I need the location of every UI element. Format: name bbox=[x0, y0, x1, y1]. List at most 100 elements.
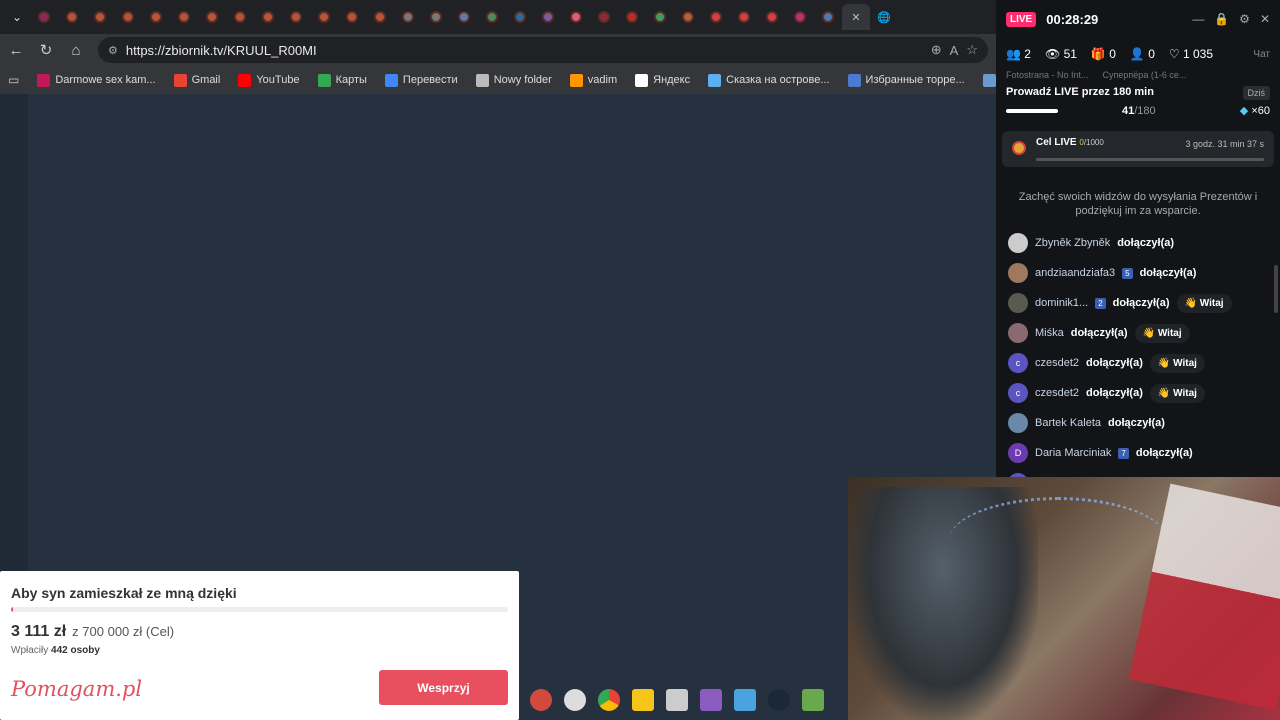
browser-tab[interactable] bbox=[450, 4, 478, 30]
address-bar[interactable]: ⚙ https://zbiornik.tv/KRUUL_R00MI ⊕ A ☆ bbox=[98, 37, 988, 63]
star-app-icon[interactable] bbox=[632, 689, 654, 711]
browser-tab[interactable] bbox=[562, 4, 590, 30]
photos-icon[interactable] bbox=[734, 689, 756, 711]
browser-tab[interactable] bbox=[30, 4, 58, 30]
site-info-icon[interactable]: ⚙ bbox=[108, 44, 118, 57]
browser-tab-active[interactable]: ✕ bbox=[842, 4, 870, 30]
browser-tab[interactable] bbox=[786, 4, 814, 30]
live-goal-card[interactable]: Cel LIVE 0/1000 3 godz. 31 min 37 s bbox=[1002, 131, 1274, 167]
support-button[interactable]: Wesprzyj bbox=[379, 670, 508, 705]
bookmark-item[interactable]: Карты bbox=[317, 73, 367, 87]
avatar[interactable] bbox=[1008, 323, 1028, 343]
read-aloud-icon[interactable]: A bbox=[950, 43, 959, 58]
chat-username[interactable]: czesdet2 bbox=[1035, 357, 1079, 369]
back-icon[interactable]: ← bbox=[8, 42, 24, 59]
avatar[interactable] bbox=[1008, 233, 1028, 253]
browser-tab[interactable] bbox=[674, 4, 702, 30]
bookmark-item[interactable]: Перевести bbox=[384, 73, 458, 87]
users-stat[interactable]: 👥 2 bbox=[1006, 47, 1031, 61]
browser-tab[interactable] bbox=[198, 4, 226, 30]
app-icon[interactable] bbox=[530, 689, 552, 711]
chat-username[interactable]: Bartek Kaleta bbox=[1035, 417, 1101, 429]
browser-tab[interactable] bbox=[730, 4, 758, 30]
steam-icon[interactable] bbox=[768, 689, 790, 711]
bookmark-item[interactable]: Fotostrana - No Int... bbox=[982, 73, 996, 87]
bookmark-item[interactable]: Nowy folder bbox=[475, 73, 552, 87]
browser-tab[interactable] bbox=[702, 4, 730, 30]
app-icon[interactable] bbox=[700, 689, 722, 711]
browser-tab[interactable] bbox=[86, 4, 114, 30]
app-icon[interactable] bbox=[564, 689, 586, 711]
browser-tab[interactable] bbox=[114, 4, 142, 30]
chat-username[interactable]: Daria Marciniak bbox=[1035, 447, 1111, 459]
followers-stat[interactable]: 👤 0 bbox=[1130, 47, 1155, 61]
favorite-star-icon[interactable]: ☆ bbox=[966, 42, 978, 58]
secondary-tab[interactable]: Суперпёра (1-6 се... bbox=[1103, 70, 1187, 82]
browser-tab[interactable] bbox=[142, 4, 170, 30]
pomagam-logo[interactable]: Pomagam.pl bbox=[11, 677, 142, 701]
avatar[interactable] bbox=[1008, 293, 1028, 313]
likes-stat[interactable]: ♡ 1 035 bbox=[1169, 47, 1213, 61]
avatar[interactable] bbox=[1008, 413, 1028, 433]
chat-list[interactable]: Zbyněk Zbyněk dołączył(a) andziaandziafa3 5… bbox=[996, 228, 1264, 478]
browser-tab[interactable] bbox=[814, 4, 842, 30]
browser-tab[interactable] bbox=[170, 4, 198, 30]
avatar[interactable]: c bbox=[1008, 383, 1028, 403]
zoom-icon[interactable]: ⊕ bbox=[931, 42, 942, 58]
chat-username[interactable]: dominik1... bbox=[1035, 297, 1088, 309]
reload-icon[interactable]: ↻ bbox=[38, 41, 54, 59]
bookmark-item[interactable]: Яндекс bbox=[635, 73, 690, 87]
browser-tab[interactable] bbox=[506, 4, 534, 30]
viewers-stat[interactable]: 👁 51 bbox=[1045, 47, 1077, 61]
settings-gear-icon[interactable]: ⚙ bbox=[1239, 12, 1250, 26]
chat-username[interactable]: Zbyněk Zbyněk bbox=[1035, 237, 1110, 249]
app-icon[interactable] bbox=[802, 689, 824, 711]
greet-button[interactable]: 👋 Witaj bbox=[1176, 293, 1232, 313]
chrome-icon[interactable] bbox=[598, 689, 620, 711]
lock-icon[interactable]: 🔒 bbox=[1214, 12, 1229, 26]
avatar[interactable]: D bbox=[1008, 443, 1028, 463]
globe-icon[interactable]: 🌐 bbox=[870, 4, 898, 30]
chat-scrollbar[interactable] bbox=[1274, 265, 1278, 313]
greet-button[interactable]: 👋 Witaj bbox=[1149, 383, 1205, 403]
avatar[interactable] bbox=[1008, 263, 1028, 283]
url-text[interactable]: https://zbiornik.tv/KRUUL_R00MI bbox=[126, 43, 317, 58]
tab-search-chevron-icon[interactable]: ⌄ bbox=[4, 4, 30, 30]
browser-tab[interactable] bbox=[310, 4, 338, 30]
bookmark-item[interactable]: YouTube bbox=[238, 73, 300, 87]
chat-username[interactable]: Miśka bbox=[1035, 327, 1064, 339]
browser-tab[interactable] bbox=[646, 4, 674, 30]
gifts-stat[interactable]: 🎁 0 bbox=[1091, 47, 1116, 61]
browser-tab[interactable] bbox=[534, 4, 562, 30]
greet-button[interactable]: 👋 Witaj bbox=[1134, 323, 1190, 343]
chat-username[interactable]: andziaandziafa3 bbox=[1035, 267, 1115, 279]
browser-tab[interactable] bbox=[282, 4, 310, 30]
bookmark-item[interactable]: Darmowe sex kam... bbox=[37, 73, 156, 87]
browser-tab[interactable] bbox=[338, 4, 366, 30]
browser-tab[interactable] bbox=[758, 4, 786, 30]
chat-label[interactable]: Чат bbox=[1253, 49, 1270, 60]
browser-tab[interactable] bbox=[58, 4, 86, 30]
bookmark-item[interactable]: vadim bbox=[569, 73, 617, 87]
avatar[interactable]: c bbox=[1008, 353, 1028, 373]
bookmark-item[interactable]: Сказка на острове... bbox=[708, 73, 830, 87]
close-icon[interactable]: ✕ bbox=[1260, 12, 1270, 26]
live-timer: 00:28:29 bbox=[1046, 11, 1099, 27]
browser-tab[interactable] bbox=[422, 4, 450, 30]
browser-tab[interactable] bbox=[366, 4, 394, 30]
minimize-icon[interactable]: — bbox=[1192, 12, 1204, 26]
bookmark-item[interactable]: Gmail bbox=[173, 73, 220, 87]
secondary-tab[interactable]: Fotostrana - No Int... bbox=[1006, 70, 1089, 82]
greet-button[interactable]: 👋 Witaj bbox=[1149, 353, 1205, 373]
bookmarks-menu-icon[interactable]: ▭ bbox=[8, 73, 19, 87]
home-icon[interactable]: ⌂ bbox=[68, 42, 84, 59]
app-icon[interactable] bbox=[666, 689, 688, 711]
chat-username[interactable]: czesdet2 bbox=[1035, 387, 1079, 399]
browser-tab[interactable] bbox=[478, 4, 506, 30]
browser-tab[interactable] bbox=[618, 4, 646, 30]
browser-tab[interactable] bbox=[254, 4, 282, 30]
bookmark-item[interactable]: Избранные торре... bbox=[847, 73, 965, 87]
browser-tab[interactable] bbox=[226, 4, 254, 30]
browser-tab[interactable] bbox=[590, 4, 618, 30]
browser-tab[interactable] bbox=[394, 4, 422, 30]
